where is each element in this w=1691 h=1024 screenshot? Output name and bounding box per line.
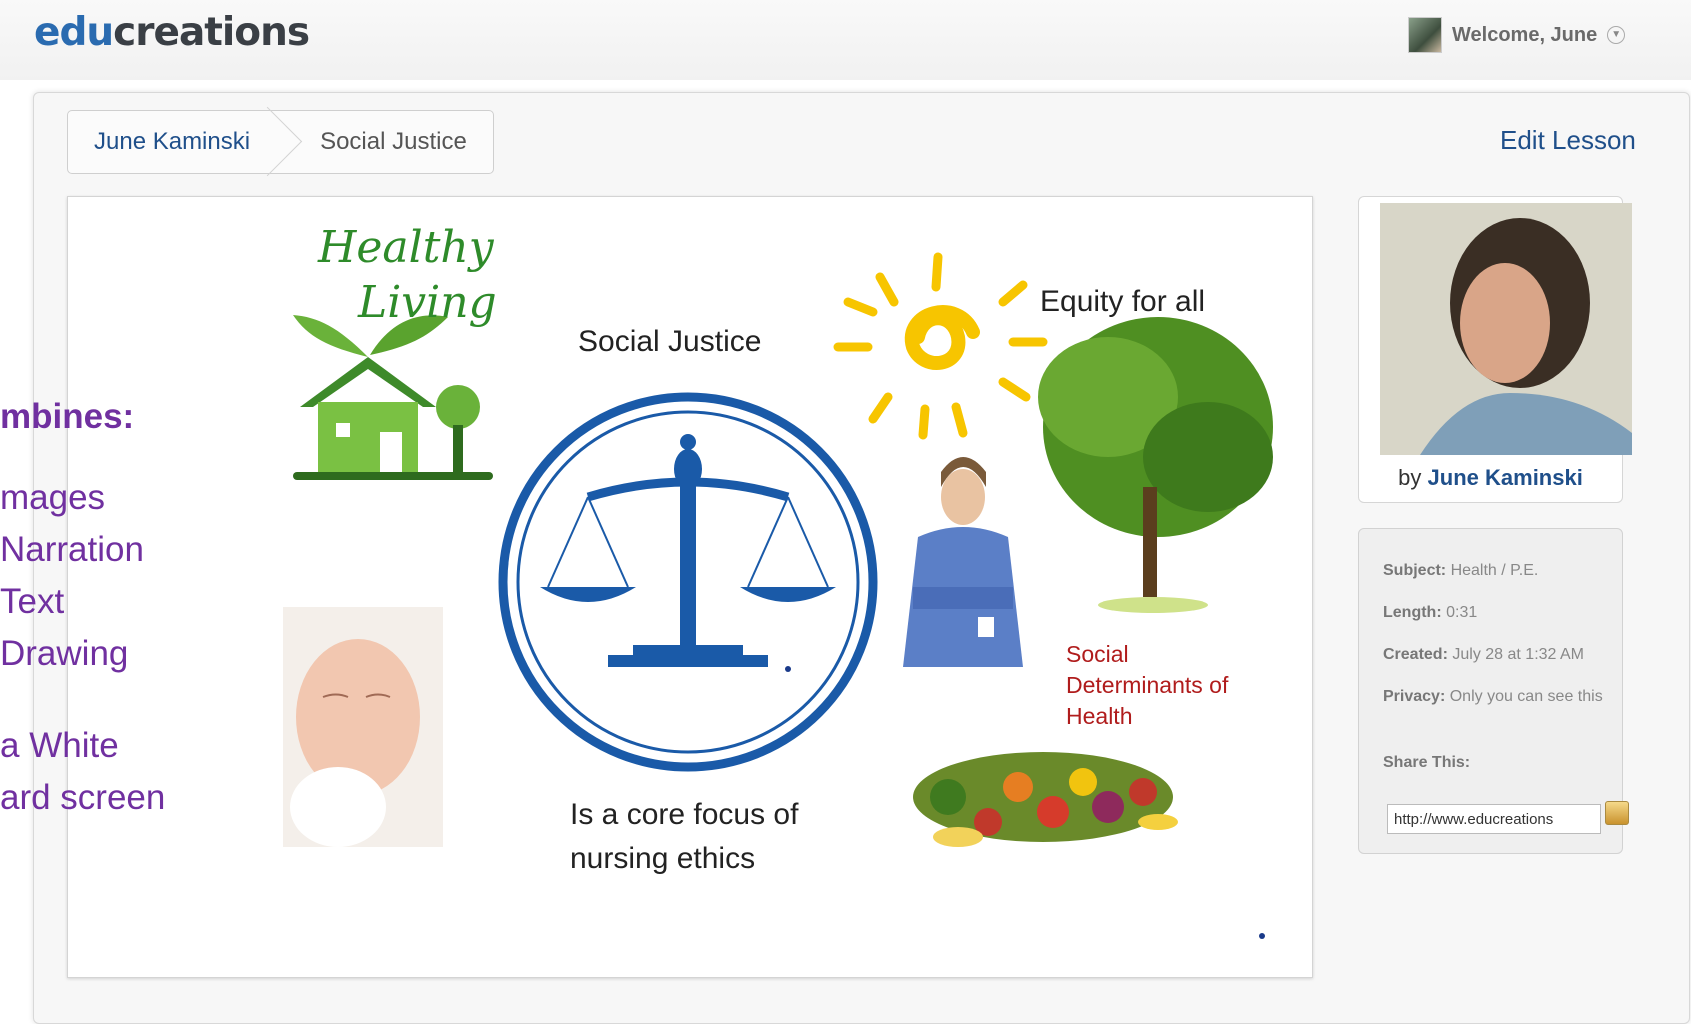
author-photo-image (1380, 203, 1632, 455)
info-created: Created: July 28 at 1:32 AM (1383, 646, 1584, 663)
slide-tail-2: ard screen (0, 778, 166, 817)
breadcrumb-author-link[interactable]: June Kaminski (68, 111, 284, 173)
author-byline: by June Kaminski (1398, 465, 1583, 490)
slide-overlay-text: mbines: mages Narration Text Drawing a W… (0, 390, 165, 824)
slide-item-drawing: Drawing (0, 634, 129, 673)
author-photo[interactable] (1380, 203, 1632, 455)
avatar (1408, 17, 1442, 53)
info-subject: Subject: Health / P.E. (1383, 562, 1539, 579)
green-house-icon (293, 315, 493, 480)
info-share-label: Share This: (1383, 754, 1471, 771)
educreations-logo[interactable]: educreations (34, 10, 310, 55)
baby-photo (283, 607, 443, 847)
slide-heading: mbines: (0, 397, 135, 436)
sun-icon (833, 252, 1048, 440)
living-text: Living (358, 277, 497, 328)
core-focus-line-1: Is a core focus of (570, 798, 799, 831)
copy-icon[interactable] (1605, 801, 1629, 825)
tree-icon (1038, 317, 1273, 613)
author-card: by June Kaminski (1358, 196, 1632, 503)
core-focus-line-2: nursing ethics (570, 842, 756, 875)
slide-item-text: Text (0, 582, 65, 621)
welcome-text: Welcome, June (1452, 23, 1598, 46)
lesson-whiteboard[interactable]: Healthy Living Social Justice Equity for… (67, 196, 1313, 978)
healthy-text: Healthy (318, 222, 494, 273)
determinants-line-2: Determinants of (1066, 672, 1229, 698)
vegetables-photo (913, 752, 1178, 847)
determinants-text: Social Determinants of Health (1066, 639, 1228, 732)
determinants-line-3: Health (1066, 703, 1133, 729)
stray-dot (1259, 933, 1265, 939)
slide-tail-1: a White (0, 726, 119, 765)
breadcrumb: June Kaminski Social Justice (67, 110, 494, 174)
slide-item-narration: Narration (0, 530, 144, 569)
share-url-field[interactable]: http://www.educreations (1387, 804, 1601, 834)
breadcrumb-lesson-title: Social Justice (320, 128, 467, 155)
core-focus-text: Is a core focus of nursing ethics (570, 793, 798, 881)
social-justice-text: Social Justice (578, 325, 762, 358)
author-name-link[interactable]: June Kaminski (1428, 465, 1583, 490)
info-length: Length: 0:31 (1383, 604, 1478, 621)
slide-item-images: mages (0, 478, 106, 517)
equity-text: Equity for all (1040, 285, 1206, 318)
nurse-photo (903, 457, 1023, 667)
scales-of-justice-icon (498, 392, 878, 772)
edit-lesson-link[interactable]: Edit Lesson (1500, 125, 1636, 156)
chevron-down-icon[interactable]: ▼ (1607, 26, 1626, 44)
info-privacy: Privacy: Only you can see this (1383, 688, 1603, 705)
lesson-info-card: Subject: Health / P.E. Length: 0:31 Crea… (1358, 528, 1629, 854)
user-menu[interactable]: Welcome, June ▼ (1408, 17, 1626, 53)
determinants-line-1: Social (1066, 641, 1129, 667)
